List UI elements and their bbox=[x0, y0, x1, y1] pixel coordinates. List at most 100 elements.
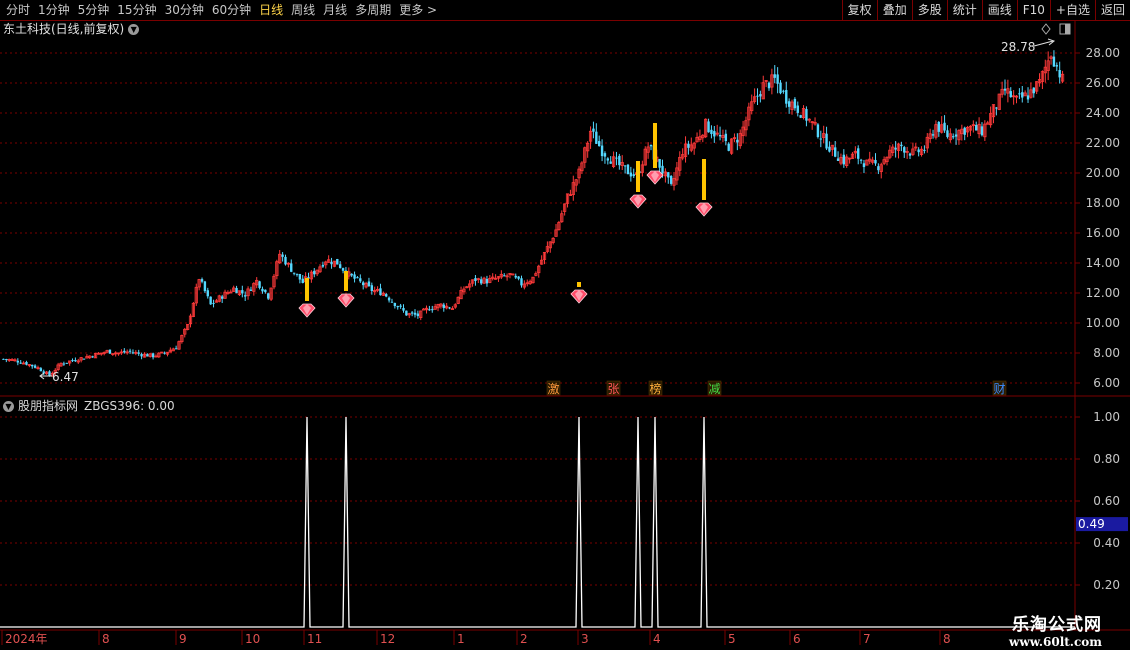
candle-body bbox=[687, 143, 690, 148]
y-tick-label: 8.00 bbox=[1093, 346, 1120, 360]
candle-body bbox=[361, 282, 365, 286]
main-grid bbox=[0, 52, 1080, 384]
y-tick-label: 26.00 bbox=[1086, 76, 1120, 90]
signal-bar bbox=[577, 282, 581, 287]
candle-body bbox=[367, 281, 371, 286]
y-tick-label: 6.00 bbox=[1093, 376, 1120, 390]
candle-body bbox=[819, 138, 823, 140]
candle-body bbox=[200, 279, 204, 282]
candle-body bbox=[62, 363, 66, 365]
candle-body bbox=[514, 275, 517, 278]
candle-body bbox=[833, 147, 837, 157]
candle-body bbox=[943, 122, 946, 131]
candle-body bbox=[903, 147, 906, 153]
candle-body bbox=[667, 172, 670, 178]
y-tick-label: 10.00 bbox=[1086, 316, 1120, 330]
window-toggle-fill bbox=[1065, 24, 1070, 34]
indicator-series bbox=[0, 416, 1075, 628]
candle-body bbox=[379, 288, 382, 296]
candle-body bbox=[479, 279, 483, 284]
candle-body bbox=[707, 121, 710, 133]
candle-body bbox=[503, 275, 506, 277]
candle-body bbox=[292, 272, 296, 274]
candle-body bbox=[353, 274, 356, 279]
candle-body bbox=[448, 307, 451, 309]
candle-body bbox=[931, 134, 935, 136]
y-tick-label: 12.00 bbox=[1086, 286, 1120, 300]
candle-body bbox=[736, 139, 739, 143]
candle-body bbox=[917, 149, 920, 153]
y-tick-label: 0.60 bbox=[1093, 494, 1120, 508]
candle-body bbox=[629, 172, 633, 177]
y-tick-label: 1.00 bbox=[1093, 410, 1120, 424]
candle-body bbox=[341, 268, 345, 271]
x-tick-label: 2024年 bbox=[5, 632, 48, 646]
candle-body bbox=[661, 165, 664, 174]
candle-body bbox=[980, 126, 984, 136]
candle-body bbox=[416, 313, 420, 317]
candle-body bbox=[1032, 87, 1035, 94]
candle-body bbox=[330, 261, 333, 265]
candle-body bbox=[773, 74, 776, 78]
candle-body bbox=[900, 144, 903, 147]
x-tick-label: 10 bbox=[245, 632, 260, 646]
x-tick-label: 4 bbox=[653, 632, 661, 646]
candle-body bbox=[718, 134, 722, 137]
candle-body bbox=[396, 306, 399, 308]
x-tick-label: 8 bbox=[943, 632, 951, 646]
candle-body bbox=[937, 122, 941, 132]
candle-body bbox=[615, 157, 618, 159]
signal-bar bbox=[653, 123, 657, 168]
candle-body bbox=[33, 365, 37, 368]
candle-body bbox=[799, 115, 802, 118]
candle-body bbox=[825, 133, 828, 149]
candle-body bbox=[857, 148, 860, 159]
signal-bar bbox=[305, 278, 309, 301]
candle-body bbox=[767, 82, 771, 89]
candle-body bbox=[1003, 88, 1007, 91]
watermark-title: 乐淘公式网 bbox=[1012, 615, 1102, 635]
candle-body bbox=[301, 278, 304, 283]
candle-body bbox=[241, 290, 244, 294]
stock-chart[interactable]: 28.0026.0024.0022.0020.0018.0016.0014.00… bbox=[0, 0, 1130, 650]
candle-body bbox=[387, 297, 391, 301]
candle-body bbox=[16, 360, 20, 363]
candle-body bbox=[1055, 65, 1059, 67]
watermark-url: www.60lt.com bbox=[1009, 635, 1102, 649]
candle-body bbox=[258, 281, 261, 288]
x-tick-label: 8 bbox=[102, 632, 110, 646]
candle-body bbox=[220, 296, 224, 299]
candle-body bbox=[669, 175, 673, 184]
x-tick-label: 3 bbox=[581, 632, 589, 646]
indicator-y-axis: 1.00 0.80 0.60 0.40 0.20 0.49 bbox=[1076, 410, 1128, 592]
event-tag-label: 减 bbox=[709, 382, 721, 396]
candle-body bbox=[842, 154, 846, 165]
candle-body bbox=[19, 362, 22, 364]
candle-body bbox=[284, 256, 287, 265]
x-axis: 2024年 8 9 10 11 12 1 2 3 4 5 6 7 8 bbox=[1, 630, 951, 646]
main-y-axis: 28.00 26.00 24.00 22.00 20.00 18.00 16.00 14.00… bbox=[1086, 46, 1120, 390]
indicator-line bbox=[0, 416, 1075, 628]
candle-body bbox=[951, 136, 955, 138]
current-value-label: 0.49 bbox=[1078, 517, 1105, 531]
candle-body bbox=[48, 371, 51, 376]
candle-body bbox=[713, 131, 716, 137]
y-tick-label: 28.00 bbox=[1086, 46, 1120, 60]
candle-body bbox=[5, 359, 8, 361]
event-tag-label: 张 bbox=[608, 382, 620, 396]
candle-body bbox=[281, 254, 284, 257]
candle-body bbox=[877, 166, 880, 171]
y-tick-label: 18.00 bbox=[1086, 196, 1120, 210]
candle-body bbox=[203, 281, 207, 292]
x-tick-label: 1 bbox=[457, 632, 465, 646]
candle-body bbox=[393, 302, 397, 307]
candle-body bbox=[894, 147, 897, 150]
candle-body bbox=[828, 146, 831, 152]
corner-icons bbox=[1041, 23, 1071, 35]
candle-body bbox=[359, 278, 362, 282]
x-tick-label: 12 bbox=[380, 632, 395, 646]
y-tick-label: 0.20 bbox=[1093, 578, 1120, 592]
y-tick-label: 0.40 bbox=[1093, 536, 1120, 550]
candle-body bbox=[385, 294, 388, 297]
candle-body bbox=[428, 309, 431, 311]
